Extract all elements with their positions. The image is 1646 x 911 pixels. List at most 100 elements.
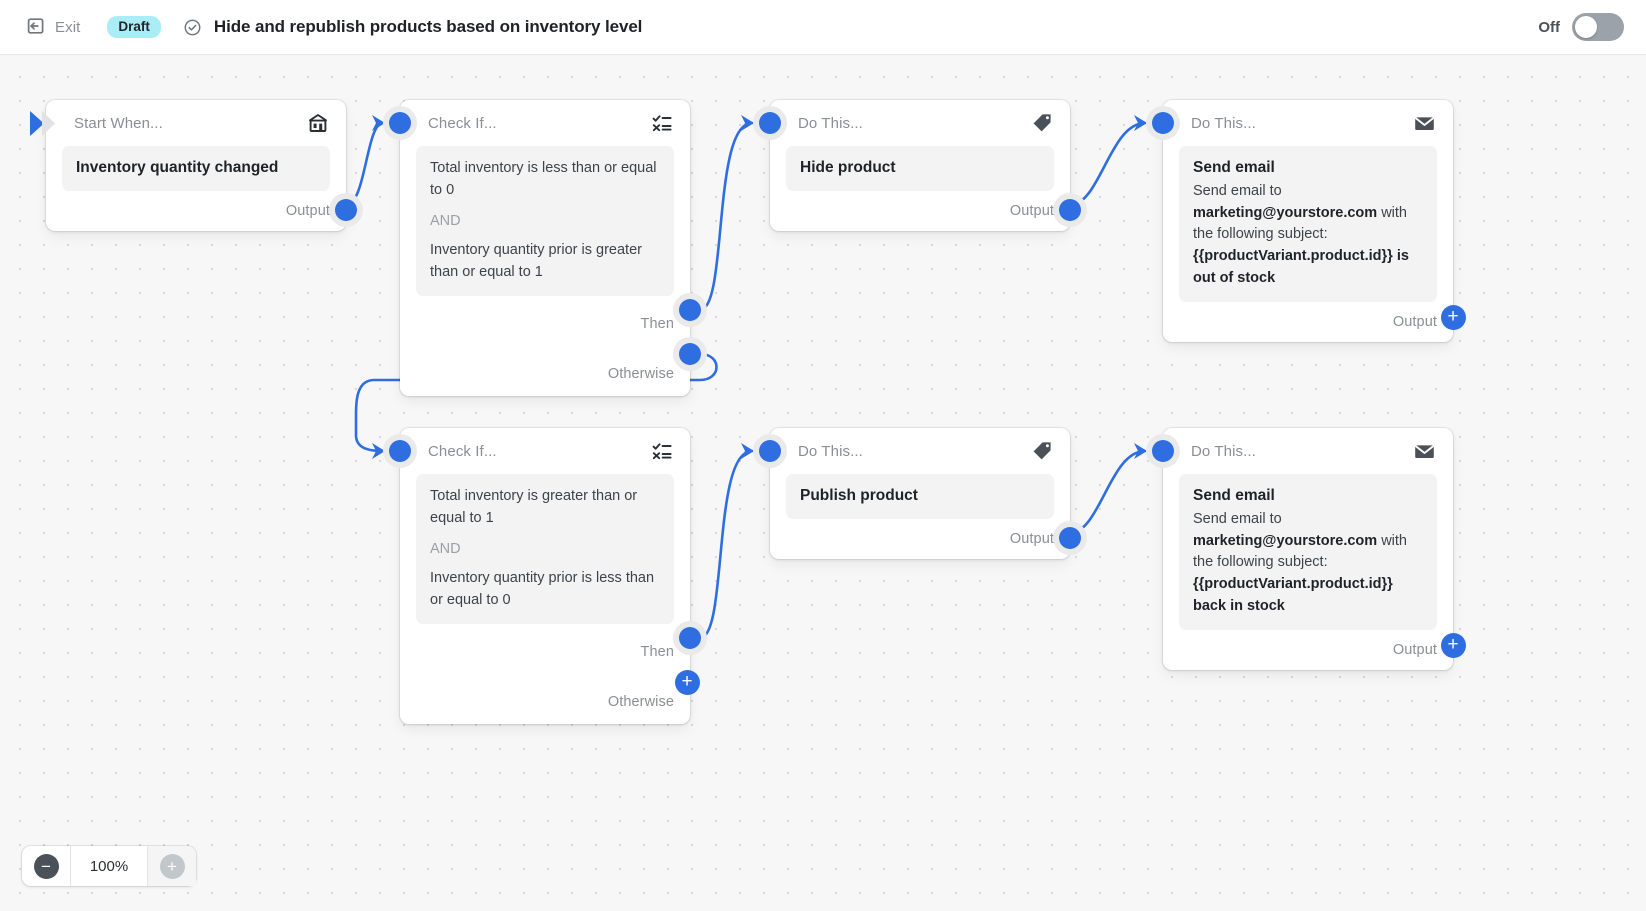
port-dot [389,440,411,462]
top-bar-left: Exit Draft Hide and republish products b… [0,12,642,43]
node-email1-output-row: Output [1163,302,1453,342]
port-publish-input[interactable] [753,434,787,468]
circle-check-icon [183,18,202,37]
workflow-canvas[interactable]: Start When... Inventory quantity changed… [0,55,1646,911]
node-condition2-header: Check If... [400,428,690,474]
node-hide-value-box[interactable]: Hide product [786,146,1054,191]
zoom-control: − 100% + [22,846,196,886]
port-email2-output-add[interactable]: + [1436,629,1470,663]
email1-subject: {{productVariant.product.id}} is out of … [1193,248,1409,286]
page-title: Hide and republish products based on inv… [213,17,643,36]
port-email1-output-add[interactable]: + [1436,301,1470,335]
port-dot [759,112,781,134]
node-condition2-then-row: Then [400,624,690,680]
zoom-level-value: 100% [70,846,148,886]
port-condition1-input[interactable] [383,106,417,140]
port-dot [679,343,701,365]
port-email1-input[interactable] [1146,106,1180,140]
node-hide-value: Hide product [800,159,896,176]
node-condition1-operator: AND [430,212,461,229]
port-condition1-then[interactable] [673,293,707,327]
plus-icon: + [674,669,700,695]
node-action-hide[interactable]: Do This... Hide product Output [753,100,1087,231]
node-email2-title: Do This... [1191,442,1256,460]
top-bar-right: Off [1538,13,1646,41]
node-trigger-output-label: Output [285,202,330,219]
node-hide-output-label: Output [1009,202,1054,219]
port-hide-output[interactable] [1053,192,1087,227]
condition-checklist-icon [651,112,673,134]
node-trigger-value-box[interactable]: Inventory quantity changed [62,146,330,191]
port-condition1-otherwise[interactable] [673,337,707,371]
node-condition2-operator: AND [430,540,461,557]
node-condition1-header: Check If... [400,100,690,146]
node-condition2-then-label: Then [640,643,674,660]
node-condition2-value-box[interactable]: Total inventory is greater than or equal… [416,474,674,624]
node-email1-header: Do This... [1163,100,1453,146]
port-dot [679,627,701,649]
node-trigger-output-row: Output [46,191,346,231]
node-hide-title: Do This... [798,114,863,132]
envelope-icon [1413,440,1436,463]
node-trigger-title: Start When... [74,114,163,132]
port-email2-input[interactable] [1146,434,1180,468]
port-hide-input[interactable] [753,106,787,140]
tag-icon [1031,440,1053,462]
node-trigger-body: Inventory quantity changed [46,146,346,191]
edge-publish-to-email2 [1068,449,1147,535]
node-action-email-out-of-stock[interactable]: Do This... Send email Send email to mark… [1146,100,1466,342]
plus-icon: + [1440,305,1466,331]
node-condition2-body: Total inventory is greater than or equal… [400,474,690,624]
node-email1-value-box[interactable]: Send email Send email to marketing@yours… [1179,146,1437,302]
node-hide-output-row: Output [770,191,1070,231]
email2-subject: {{productVariant.product.id}} back in st… [1193,576,1393,614]
workflow-enable-toggle[interactable] [1572,13,1624,41]
node-condition2-title: Check If... [428,442,497,460]
node-email1-title: Do This... [1191,114,1256,132]
port-dot [1059,198,1081,221]
node-trigger-value: Inventory quantity changed [76,159,279,176]
node-trigger[interactable]: Start When... Inventory quantity changed… [30,100,363,231]
node-publish-value-box[interactable]: Publish product [786,474,1054,519]
status-badge: Draft [107,15,161,39]
email1-desc-lead: Send email to [1193,182,1282,199]
envelope-icon [1413,112,1436,135]
node-condition2-clause-a: Total inventory is greater than or equal… [430,488,638,526]
exit-arrow-icon [26,16,46,39]
node-email1-output-label: Output [1392,313,1437,330]
node-action-email-back-in-stock[interactable]: Do This... Send email Send email to mark… [1146,428,1466,670]
node-condition1-value-box[interactable]: Total inventory is less than or equal to… [416,146,674,296]
edge-condition1-then-to-hide [698,121,754,312]
node-condition1-then-row: Then [400,296,690,352]
node-condition2-clause-b: Inventory quantity prior is less than or… [430,570,655,608]
node-action-publish[interactable]: Do This... Publish product Output [753,428,1087,559]
email1-recipient: marketing@yourstore.com [1193,204,1378,221]
port-condition2-then[interactable] [673,621,707,655]
node-condition1-otherwise-label: Otherwise [607,365,674,382]
node-condition1-clause-b: Inventory quantity prior is greater than… [430,242,642,280]
node-condition2-otherwise-row: Otherwise [400,680,690,724]
port-publish-output[interactable] [1053,520,1087,555]
port-trigger-output[interactable] [329,192,363,227]
port-condition2-otherwise-add[interactable]: + [670,665,704,699]
email2-recipient: marketing@yourstore.com [1193,532,1378,549]
workflow-toggle-label: Off [1538,18,1560,36]
zoom-in-button[interactable]: + [148,846,196,886]
node-email2-body: Send email Send email to marketing@yours… [1163,474,1453,630]
node-condition-1[interactable]: Check If... Total inventory is less than… [383,100,707,396]
port-condition2-input[interactable] [383,434,417,468]
edge-trigger-to-condition1 [344,121,385,207]
plus-icon: + [159,853,185,879]
port-dot [759,440,781,462]
node-publish-header: Do This... [770,428,1070,474]
exit-button[interactable]: Exit [20,12,86,43]
node-condition1-clause-a: Total inventory is less than or equal to… [430,160,657,198]
node-hide-header: Do This... [770,100,1070,146]
port-dot [389,112,411,134]
node-condition-2[interactable]: Check If... Total inventory is greater t… [383,428,707,724]
port-dot [1152,440,1174,462]
zoom-out-button[interactable]: − [22,846,70,886]
node-publish-output-label: Output [1009,530,1054,547]
node-email2-value-box[interactable]: Send email Send email to marketing@yours… [1179,474,1437,630]
store-icon [307,112,329,134]
